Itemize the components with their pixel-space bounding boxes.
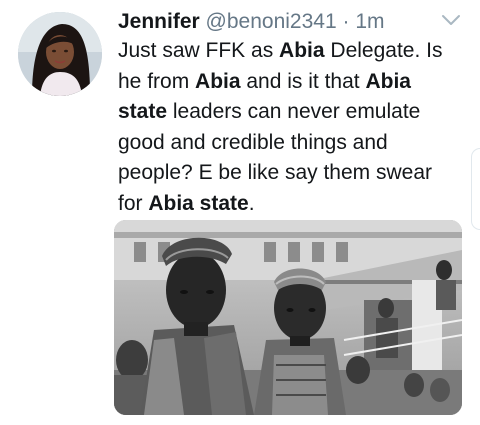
tweet-header: Jennifer @benoni2341 · 1m	[118, 7, 446, 37]
header-separator: ·	[336, 10, 356, 33]
tweet-text-segment: and is it that	[240, 69, 366, 93]
chevron-down-icon[interactable]	[440, 12, 462, 30]
highlighted-term: Abia state	[148, 191, 249, 215]
avatar-image	[18, 12, 102, 96]
user-handle[interactable]: @benoni2341	[206, 10, 337, 33]
tweet-photo[interactable]	[114, 220, 462, 415]
tweet-text: Just saw FFK as Abia Delegate. Is he fro…	[118, 36, 458, 219]
highlighted-term: Abia	[195, 69, 241, 93]
highlighted-term: Abia	[279, 39, 325, 62]
timestamp[interactable]: 1m	[355, 10, 384, 33]
tweet-text-segment: .	[248, 191, 255, 215]
scroll-edge-handle[interactable]	[471, 148, 480, 230]
avatar[interactable]	[18, 12, 102, 96]
photo-image	[114, 220, 462, 415]
display-name[interactable]: Jennifer	[118, 10, 200, 33]
tweet-text-segment: Just saw FFK as	[118, 39, 280, 62]
